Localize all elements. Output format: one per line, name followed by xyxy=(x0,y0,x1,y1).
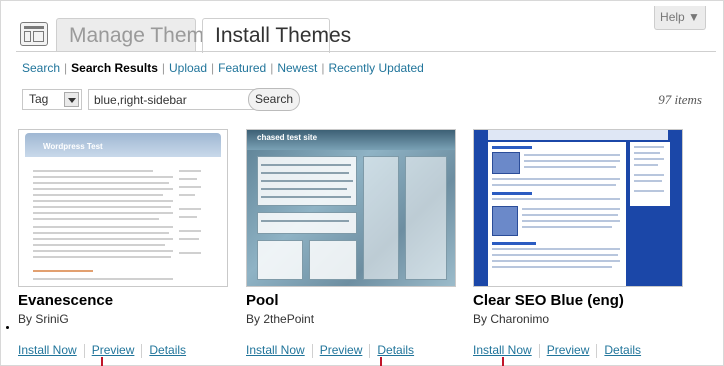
tab-divider xyxy=(16,51,716,52)
result-count: 97 items xyxy=(658,92,702,107)
theme-name: Evanescence xyxy=(18,292,114,309)
preview-heading: chased test site xyxy=(257,133,318,142)
annotation-marker xyxy=(380,357,382,366)
action-separator xyxy=(141,343,143,358)
details-link[interactable]: Details xyxy=(604,343,641,357)
theme-actions: Install Now Preview Details xyxy=(18,343,186,358)
theme-name: Pool xyxy=(246,292,279,309)
search-button[interactable]: Search xyxy=(248,88,300,111)
theme-card-clear-seo-blue: Clear SEO Blue (eng) By Charonimo Instal… xyxy=(473,129,683,361)
details-link[interactable]: Details xyxy=(377,343,414,357)
theme-actions: Install Now Preview Details xyxy=(246,343,414,358)
install-now-link[interactable]: Install Now xyxy=(18,343,77,357)
search-type-value: Tag xyxy=(29,92,49,106)
page-header: Manage Themes Install Themes Help ▼ xyxy=(0,0,724,53)
theme-screenshot-clear-seo-blue[interactable] xyxy=(473,129,683,287)
install-now-link[interactable]: Install Now xyxy=(246,343,305,357)
chevron-down-icon[interactable] xyxy=(64,92,79,107)
tab-install-themes[interactable]: Install Themes xyxy=(202,18,351,53)
details-link[interactable]: Details xyxy=(149,343,186,357)
subnav-separator: | xyxy=(321,61,325,75)
install-subnav: Search | Search Results | Upload | Featured | Ne… xyxy=(22,61,424,75)
action-separator xyxy=(83,343,85,358)
edge-dot xyxy=(6,326,9,329)
subnav-separator: | xyxy=(211,61,215,75)
annotation-marker xyxy=(101,357,103,366)
preview-link[interactable]: Preview xyxy=(92,343,135,357)
theme-actions: Install Now Preview Details xyxy=(473,343,641,358)
subnav-separator: | xyxy=(270,61,274,75)
help-button[interactable]: Help ▼ xyxy=(654,6,706,30)
search-row: Tag Search 97 items xyxy=(22,88,712,112)
subnav-upload[interactable]: Upload xyxy=(169,61,207,75)
theme-card-evanescence: Wordpress Test Evanescence By SriniG Ins… xyxy=(18,129,228,361)
subnav-recently-updated[interactable]: Recently Updated xyxy=(328,61,423,75)
subnav-search-results[interactable]: Search Results xyxy=(71,61,158,75)
theme-screenshot-evanescence[interactable]: Wordpress Test xyxy=(18,129,228,287)
action-separator xyxy=(311,343,313,358)
theme-author: By Charonimo xyxy=(473,312,550,326)
subnav-newest[interactable]: Newest xyxy=(277,61,317,75)
install-now-link[interactable]: Install Now xyxy=(473,343,532,357)
subnav-search[interactable]: Search xyxy=(22,61,60,75)
preview-link[interactable]: Preview xyxy=(547,343,590,357)
action-separator xyxy=(538,343,540,358)
search-type-select[interactable]: Tag xyxy=(22,89,82,110)
subnav-separator: | xyxy=(64,61,68,75)
action-separator xyxy=(369,343,371,358)
subnav-separator: | xyxy=(161,61,165,75)
theme-screenshot-pool[interactable]: chased test site xyxy=(246,129,456,287)
tab-manage-themes[interactable]: Manage Themes xyxy=(56,18,226,52)
theme-name: Clear SEO Blue (eng) xyxy=(473,292,624,309)
search-input[interactable] xyxy=(88,89,264,110)
preview-heading: Wordpress Test xyxy=(43,142,103,151)
action-separator xyxy=(596,343,598,358)
subnav-featured[interactable]: Featured xyxy=(218,61,266,75)
themes-screen-icon xyxy=(20,22,48,46)
theme-author: By 2thePoint xyxy=(246,312,315,326)
theme-card-pool: chased test site Pool By 2thePoint Insta… xyxy=(246,129,456,361)
theme-author: By SriniG xyxy=(18,312,69,326)
preview-link[interactable]: Preview xyxy=(320,343,363,357)
annotation-marker xyxy=(502,357,504,366)
